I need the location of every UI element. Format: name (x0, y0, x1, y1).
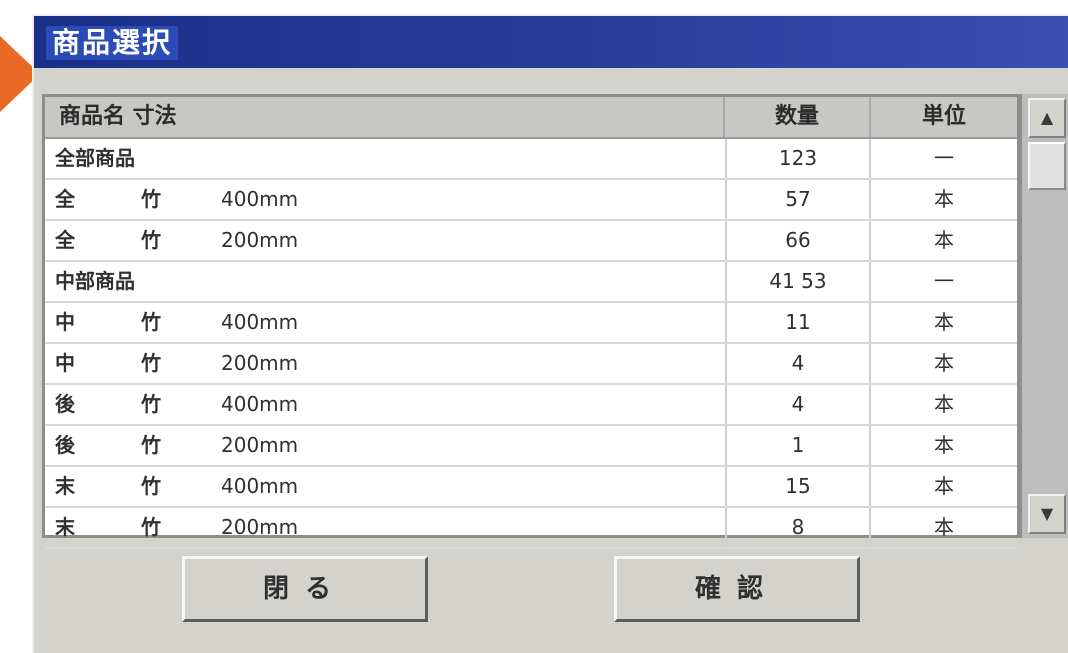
cell-qty: 4 (725, 344, 871, 383)
table-row[interactable]: 中 竹 200mm 4 本 (45, 344, 1017, 385)
table-row[interactable]: 末 竹 200mm 8 本 (45, 508, 1017, 549)
cell-name: 中 (55, 310, 75, 334)
cell-name: 全 (55, 228, 75, 252)
cell-unit: 本 (934, 351, 954, 375)
cell-mark: 竹 (141, 515, 161, 539)
cell-qty: 41 53 (725, 262, 871, 301)
cell-size: 200mm (221, 433, 299, 457)
cell-mark: 竹 (141, 310, 161, 334)
cell-unit: 本 (934, 515, 954, 539)
cell-size: 400mm (221, 474, 299, 498)
cell-mark: 竹 (141, 228, 161, 252)
cell-qty: 8 (725, 508, 871, 547)
title-bar[interactable]: 商品選択 (34, 16, 1068, 68)
cell-unit: 一 (934, 269, 954, 293)
cell-unit: 一 (934, 146, 954, 170)
cell-size: 400mm (221, 310, 299, 334)
close-button[interactable]: 閉る (182, 556, 428, 622)
cell-unit: 本 (934, 392, 954, 416)
cell-mark: 竹 (141, 433, 161, 457)
cell-qty: 1 (725, 426, 871, 465)
column-header-name[interactable]: 商品名 寸法 (45, 97, 725, 137)
column-header-unit[interactable]: 単位 (871, 97, 1017, 137)
dialog-window: 商品選択 商品名 寸法 数量 単位 全部商品 123 一 全 竹 400mm 5… (32, 14, 1068, 653)
cell-qty: 4 (725, 385, 871, 424)
vertical-scrollbar[interactable]: ▲ ▼ (1020, 94, 1068, 538)
scroll-down-icon[interactable]: ▼ (1028, 494, 1066, 534)
scroll-thumb[interactable] (1028, 142, 1066, 190)
cell-mark: 竹 (141, 351, 161, 375)
cell-size: 200mm (221, 515, 299, 539)
cell-qty: 15 (725, 467, 871, 506)
table-row[interactable]: 全 竹 200mm 66 本 (45, 221, 1017, 262)
grid-header: 商品名 寸法 数量 単位 (45, 97, 1017, 139)
cell-unit: 本 (934, 187, 954, 211)
table-row[interactable]: 全部商品 123 一 (45, 139, 1017, 180)
cell-mark: 竹 (141, 187, 161, 211)
cell-unit: 本 (934, 310, 954, 334)
grid-rows: 全部商品 123 一 全 竹 400mm 57 本 全 竹 200mm 66 本 (45, 139, 1017, 549)
cell-name: 中 (55, 351, 75, 375)
table-row[interactable]: 全 竹 400mm 57 本 (45, 180, 1017, 221)
item-grid: 商品名 寸法 数量 単位 全部商品 123 一 全 竹 400mm 57 本 全… (42, 94, 1020, 549)
cell-mark: 竹 (141, 474, 161, 498)
cell-name: 後 (55, 392, 75, 416)
cell-mark: 竹 (141, 392, 161, 416)
table-row[interactable]: 中 竹 400mm 11 本 (45, 303, 1017, 344)
cell-qty: 66 (725, 221, 871, 260)
cell-size: 400mm (221, 392, 299, 416)
table-row[interactable]: 後 竹 400mm 4 本 (45, 385, 1017, 426)
confirm-button[interactable]: 確認 (614, 556, 860, 622)
cell-unit: 本 (934, 228, 954, 252)
cell-name: 末 (55, 474, 75, 498)
table-row[interactable]: 中部商品 41 53 一 (45, 262, 1017, 303)
table-row[interactable]: 後 竹 200mm 1 本 (45, 426, 1017, 467)
cell-size: 400mm (221, 187, 299, 211)
cell-name: 全部商品 (55, 146, 135, 170)
table-row[interactable]: 末 竹 400mm 15 本 (45, 467, 1017, 508)
column-header-qty[interactable]: 数量 (725, 97, 871, 137)
cell-name: 後 (55, 433, 75, 457)
window-title: 商品選択 (46, 26, 179, 60)
cell-size: 200mm (221, 351, 299, 375)
cell-name: 末 (55, 515, 75, 539)
cell-unit: 本 (934, 433, 954, 457)
cell-name: 中部商品 (55, 269, 135, 293)
cell-size: 200mm (221, 228, 299, 252)
scroll-up-icon[interactable]: ▲ (1028, 98, 1066, 138)
cell-name: 全 (55, 187, 75, 211)
cell-qty: 123 (725, 139, 871, 178)
cell-unit: 本 (934, 474, 954, 498)
cell-qty: 57 (725, 180, 871, 219)
cell-qty: 11 (725, 303, 871, 342)
